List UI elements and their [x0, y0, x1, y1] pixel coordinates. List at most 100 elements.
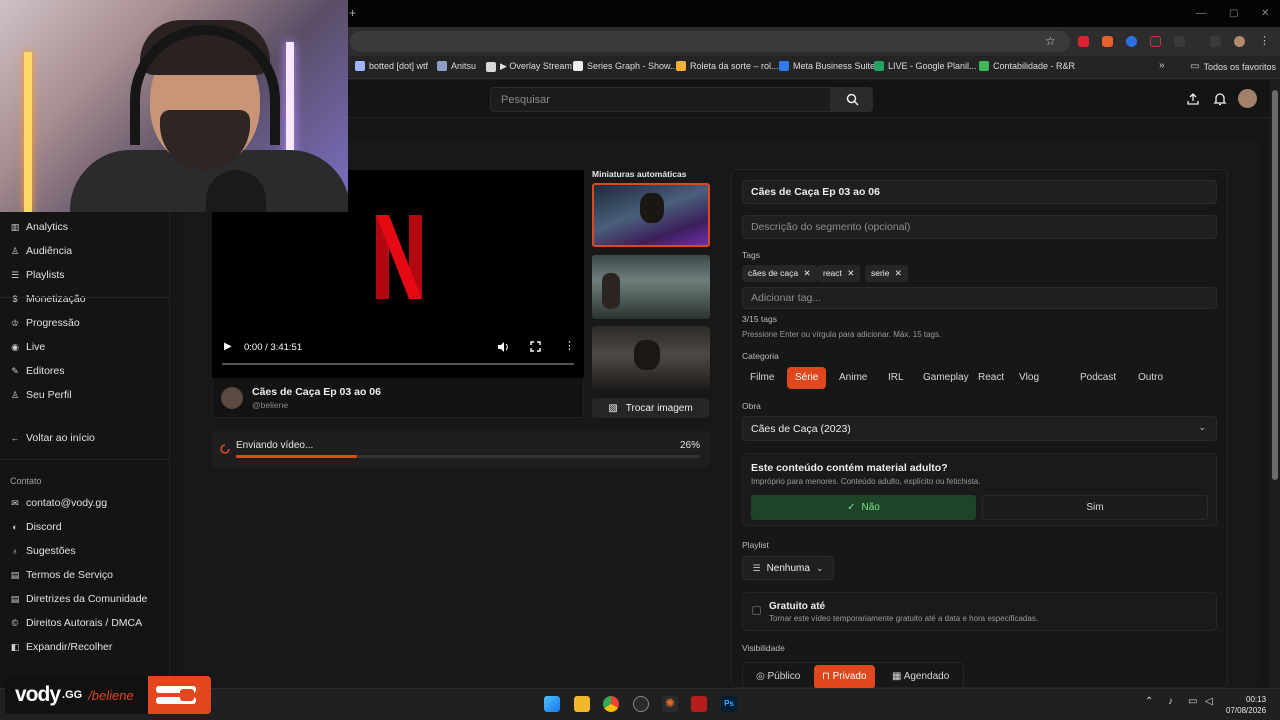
sidebar-item-analytics[interactable]: ▥ Analytics: [10, 221, 68, 233]
brand-logo: vody: [15, 683, 61, 706]
sidebar-item-direitos-autorais-dmca[interactable]: © Direitos Autorais / DMCA: [10, 617, 142, 629]
sidebar-item-sugest-es[interactable]: ♁ Sugestões: [10, 545, 76, 557]
more-bookmarks-icon[interactable]: »: [1159, 60, 1165, 71]
extension-icon[interactable]: [1150, 36, 1161, 47]
speaker-icon[interactable]: ◁: [1205, 696, 1213, 707]
editors-icon: ✎: [11, 365, 19, 376]
player-seekbar[interactable]: [222, 363, 574, 365]
visibility-public[interactable]: ◎ Público: [748, 665, 808, 689]
category-option[interactable]: React: [970, 367, 1012, 389]
fullscreen-icon[interactable]: [530, 341, 541, 352]
sidebar-item-discord[interactable]: ◐ Discord: [10, 521, 61, 533]
tags-label: Tags: [742, 250, 760, 260]
bookmark-item[interactable]: ▶ Overlay Stream: [486, 61, 572, 72]
extension-icon[interactable]: [1078, 36, 1089, 47]
visibility-private[interactable]: ⊓ Privado: [814, 665, 875, 689]
bookmark-item[interactable]: Contabilidade - R&R: [979, 61, 1075, 71]
adult-description: Impróprio para menores. Conteúdo adulto,…: [751, 477, 981, 486]
category-option[interactable]: Série: [787, 367, 827, 389]
work-select[interactable]: Cães de Caça (2023) ⌄: [742, 416, 1217, 441]
free-until-checkbox[interactable]: [752, 606, 761, 615]
category-option[interactable]: Gameplay: [915, 367, 977, 389]
sidebar-item-contato-vody-gg[interactable]: ✉ contato@vody.gg: [10, 497, 107, 509]
back-to-home-link[interactable]: ← Voltar ao início: [10, 432, 95, 444]
scrollbar-thumb[interactable]: [1272, 90, 1278, 480]
bell-icon[interactable]: [1213, 92, 1227, 106]
app-icon[interactable]: [691, 696, 707, 712]
thumbnail-option[interactable]: [592, 255, 710, 319]
category-option[interactable]: Podcast: [1072, 367, 1124, 389]
sidebar-item-seu-perfil[interactable]: ♙ Seu Perfil: [10, 389, 72, 401]
extension-icon[interactable]: [1126, 36, 1137, 47]
sidebar-item-termos-de-servi-o[interactable]: ▤ Termos de Serviço: [10, 569, 113, 581]
category-option[interactable]: Filme: [742, 367, 782, 389]
tray-chevron-icon[interactable]: ⌃: [1145, 696, 1153, 707]
thumbnail-option[interactable]: [592, 183, 710, 247]
taskbar-clock[interactable]: 00:13 07/08/2026: [1226, 694, 1266, 716]
new-tab-icon[interactable]: +: [349, 6, 356, 20]
channel-avatar[interactable]: [221, 387, 243, 409]
windows-start-icon[interactable]: [544, 696, 560, 712]
search-input[interactable]: Pesquisar: [490, 87, 831, 112]
chrome-icon[interactable]: [603, 696, 619, 712]
adult-no-button[interactable]: ✓ Não: [751, 495, 976, 520]
brand-logo-mark: [148, 676, 211, 714]
maximize-icon[interactable]: ▢: [1229, 8, 1238, 19]
sidebar-item-monetiza-o[interactable]: $ Monetização: [10, 293, 85, 305]
sidebar-item-editores[interactable]: ✎ Editores: [10, 365, 64, 377]
close-window-icon[interactable]: ✕: [1261, 8, 1269, 19]
all-bookmarks[interactable]: ▭ Todos os favoritos: [1190, 61, 1276, 72]
player-menu-icon[interactable]: ⋮: [564, 339, 575, 352]
volume-icon[interactable]: [497, 341, 510, 353]
adult-yes-button[interactable]: Sim: [982, 495, 1208, 520]
title-field[interactable]: Cães de Caça Ep 03 ao 06: [742, 180, 1217, 204]
bookmark-item[interactable]: Series Graph - Show...: [573, 61, 678, 71]
lock-icon: ⊓: [822, 671, 830, 682]
photoshop-icon[interactable]: Ps: [721, 696, 737, 712]
mic-icon[interactable]: ♪: [1168, 696, 1173, 707]
swap-image-button[interactable]: ▧ Trocar imagem: [592, 398, 709, 418]
star-icon[interactable]: ☆: [1045, 34, 1056, 48]
remove-tag-icon[interactable]: ✕: [801, 268, 810, 278]
bookmark-item[interactable]: botted [dot] wtf: [355, 61, 428, 71]
bookmark-item[interactable]: Anitsu: [437, 61, 476, 71]
display-icon[interactable]: ▭: [1188, 696, 1197, 707]
bookmark-item[interactable]: Roleta da sorte – rol...: [676, 61, 779, 71]
queue-icon[interactable]: [1210, 36, 1221, 47]
tag-input[interactable]: Adicionar tag...: [742, 287, 1217, 309]
sidebar-item-diretrizes-da-comunidade[interactable]: ▤ Diretrizes da Comunidade: [10, 593, 148, 605]
play-icon[interactable]: ▶: [224, 341, 232, 352]
extension-icon[interactable]: [1102, 36, 1113, 47]
playlist-select[interactable]: ☰ Nenhuma ⌄: [742, 556, 834, 580]
category-option[interactable]: IRL: [880, 367, 912, 389]
thumbnail-option[interactable]: [592, 326, 710, 390]
tag-chip: serie ✕: [865, 265, 908, 282]
obs-icon[interactable]: [633, 696, 649, 712]
minimize-icon[interactable]: —: [1196, 8, 1206, 19]
file-explorer-icon[interactable]: [574, 696, 590, 712]
visibility-scheduled[interactable]: ▦ Agendado: [884, 665, 957, 689]
search-button[interactable]: [831, 87, 873, 112]
description-field[interactable]: Descrição do segmento (opcional): [742, 215, 1217, 239]
sidebar-item-expandir-recolher[interactable]: ◧ Expandir/Recolher: [10, 641, 113, 653]
category-option[interactable]: Vlog: [1011, 367, 1047, 389]
kebab-menu-icon[interactable]: ⋮: [1259, 34, 1270, 47]
avatar[interactable]: [1234, 36, 1245, 47]
remove-tag-icon[interactable]: ✕: [845, 268, 854, 278]
upload-icon[interactable]: [1186, 92, 1200, 106]
sidebar-item-live[interactable]: ◉ Live: [10, 341, 45, 353]
address-bar[interactable]: [350, 31, 1070, 52]
sparkle-app-icon[interactable]: ✺: [662, 696, 678, 712]
category-option[interactable]: Anime: [831, 367, 875, 389]
divider: [0, 459, 170, 460]
bookmark-item[interactable]: Meta Business Suite: [779, 61, 875, 71]
free-until-title: Gratuito até: [769, 601, 826, 612]
sidebar-item-progress-o[interactable]: ♔ Progressão: [10, 317, 80, 329]
sidebar-item-playlists[interactable]: ☰ Playlists: [10, 269, 65, 281]
sidebar-item-audi-ncia[interactable]: ♙ Audiência: [10, 245, 72, 257]
remove-tag-icon[interactable]: ✕: [892, 268, 902, 278]
puzzle-icon[interactable]: [1174, 36, 1185, 47]
category-option[interactable]: Outro: [1130, 367, 1171, 389]
avatar[interactable]: [1238, 89, 1257, 108]
bookmark-item[interactable]: LIVE - Google Planil...: [874, 61, 977, 71]
